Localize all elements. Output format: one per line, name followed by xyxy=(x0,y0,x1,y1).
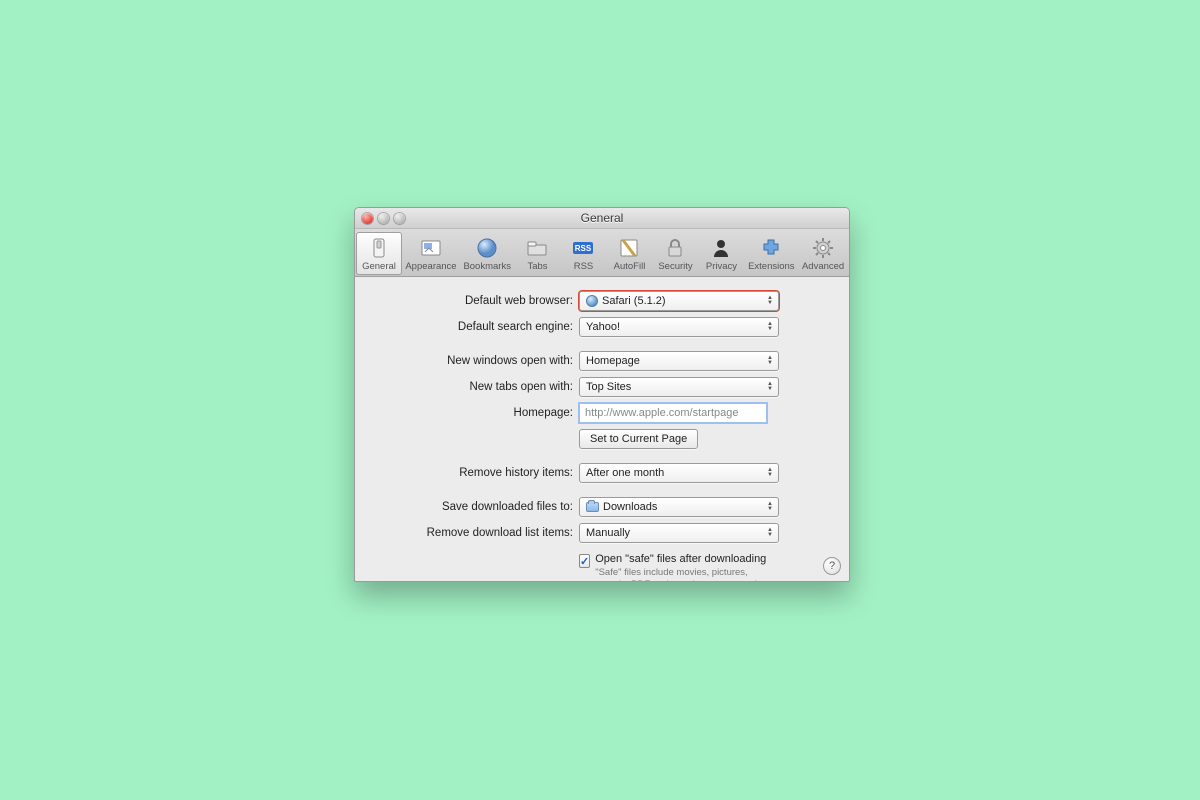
help-button[interactable]: ? xyxy=(823,557,841,575)
new-tabs-popup[interactable]: Top Sites ▲▼ xyxy=(579,377,779,397)
tab-rss[interactable]: RSS RSS xyxy=(560,232,606,275)
tab-autofill[interactable]: AutoFill xyxy=(606,232,652,275)
svg-text:RSS: RSS xyxy=(575,244,592,253)
popup-value: Downloads xyxy=(603,501,657,513)
folder-icon xyxy=(586,502,599,512)
popup-value: Yahoo! xyxy=(586,321,620,333)
autofill-icon xyxy=(616,235,642,261)
remove-downloads-popup[interactable]: Manually ▲▼ xyxy=(579,523,779,543)
popup-value: Top Sites xyxy=(586,381,631,393)
help-icon: ? xyxy=(829,560,835,572)
stepper-arrows-icon: ▲▼ xyxy=(765,354,775,368)
stepper-arrows-icon: ▲▼ xyxy=(765,526,775,540)
minimize-icon[interactable] xyxy=(378,213,389,224)
tab-label: Bookmarks xyxy=(463,261,511,272)
tab-label: Privacy xyxy=(706,261,737,272)
safe-files-hint: "Safe" files include movies, pictures, s… xyxy=(595,567,774,582)
popup-value: Homepage xyxy=(586,355,640,367)
set-current-page-button[interactable]: Set to Current Page xyxy=(579,429,698,449)
tab-label: Appearance xyxy=(405,261,456,272)
label-new-windows: New windows open with: xyxy=(373,355,579,367)
rss-icon: RSS xyxy=(570,235,596,261)
label-new-tabs: New tabs open with: xyxy=(373,381,579,393)
tab-label: Tabs xyxy=(527,261,547,272)
lock-icon xyxy=(662,235,688,261)
tab-label: General xyxy=(362,261,396,272)
tab-label: Extensions xyxy=(748,261,794,272)
titlebar: General xyxy=(355,208,849,229)
new-windows-popup[interactable]: Homepage ▲▼ xyxy=(579,351,779,371)
extensions-icon xyxy=(758,235,784,261)
gear-icon xyxy=(810,235,836,261)
general-pane: Default web browser: Safari (5.1.2) ▲▼ D… xyxy=(355,277,849,582)
field-value: http://www.apple.com/startpage xyxy=(585,407,738,419)
preferences-toolbar: General Appearance Bookmarks Tabs RSS RS… xyxy=(355,229,849,277)
stepper-arrows-icon: ▲▼ xyxy=(765,500,775,514)
preferences-window: General General Appearance Bookmarks xyxy=(354,207,850,582)
tab-bookmarks[interactable]: Bookmarks xyxy=(460,232,515,275)
tab-appearance[interactable]: Appearance xyxy=(402,232,460,275)
appearance-icon xyxy=(418,235,444,261)
tab-label: Security xyxy=(658,261,692,272)
label-save-downloads: Save downloaded files to: xyxy=(373,501,579,513)
label-remove-history: Remove history items: xyxy=(373,467,579,479)
button-label: Set to Current Page xyxy=(590,433,687,445)
open-safe-files-checkbox[interactable]: ✓ xyxy=(579,554,590,568)
stepper-arrows-icon: ▲▼ xyxy=(765,380,775,394)
stepper-arrows-icon: ▲▼ xyxy=(765,466,775,480)
switch-icon xyxy=(366,235,392,261)
popup-value: Safari (5.1.2) xyxy=(602,295,666,307)
tab-label: AutoFill xyxy=(614,261,646,272)
stepper-arrows-icon: ▲▼ xyxy=(765,294,775,308)
tab-extensions[interactable]: Extensions xyxy=(744,232,798,275)
popup-value: Manually xyxy=(586,527,630,539)
default-browser-popup[interactable]: Safari (5.1.2) ▲▼ xyxy=(579,291,779,311)
tabs-icon xyxy=(524,235,550,261)
tab-general[interactable]: General xyxy=(356,232,402,275)
label-default-browser: Default web browser: xyxy=(373,295,579,307)
tab-tabs[interactable]: Tabs xyxy=(514,232,560,275)
remove-history-popup[interactable]: After one month ▲▼ xyxy=(579,463,779,483)
popup-value: After one month xyxy=(586,467,664,479)
default-search-popup[interactable]: Yahoo! ▲▼ xyxy=(579,317,779,337)
window-title: General xyxy=(355,211,849,225)
tab-label: RSS xyxy=(574,261,594,272)
label-remove-downloads: Remove download list items: xyxy=(373,527,579,539)
stepper-arrows-icon: ▲▼ xyxy=(765,320,775,334)
tab-privacy[interactable]: Privacy xyxy=(698,232,744,275)
bookmarks-icon xyxy=(474,235,500,261)
close-icon[interactable] xyxy=(362,213,373,224)
checkbox-label: Open "safe" files after downloading xyxy=(595,553,774,565)
zoom-icon[interactable] xyxy=(394,213,405,224)
tab-advanced[interactable]: Advanced xyxy=(798,232,848,275)
safari-icon xyxy=(586,295,598,307)
privacy-icon xyxy=(708,235,734,261)
tab-label: Advanced xyxy=(802,261,844,272)
label-homepage: Homepage: xyxy=(373,407,579,419)
homepage-field[interactable]: http://www.apple.com/startpage xyxy=(579,403,767,423)
window-controls xyxy=(355,213,405,224)
save-downloads-popup[interactable]: Downloads ▲▼ xyxy=(579,497,779,517)
label-default-search: Default search engine: xyxy=(373,321,579,333)
tab-security[interactable]: Security xyxy=(652,232,698,275)
